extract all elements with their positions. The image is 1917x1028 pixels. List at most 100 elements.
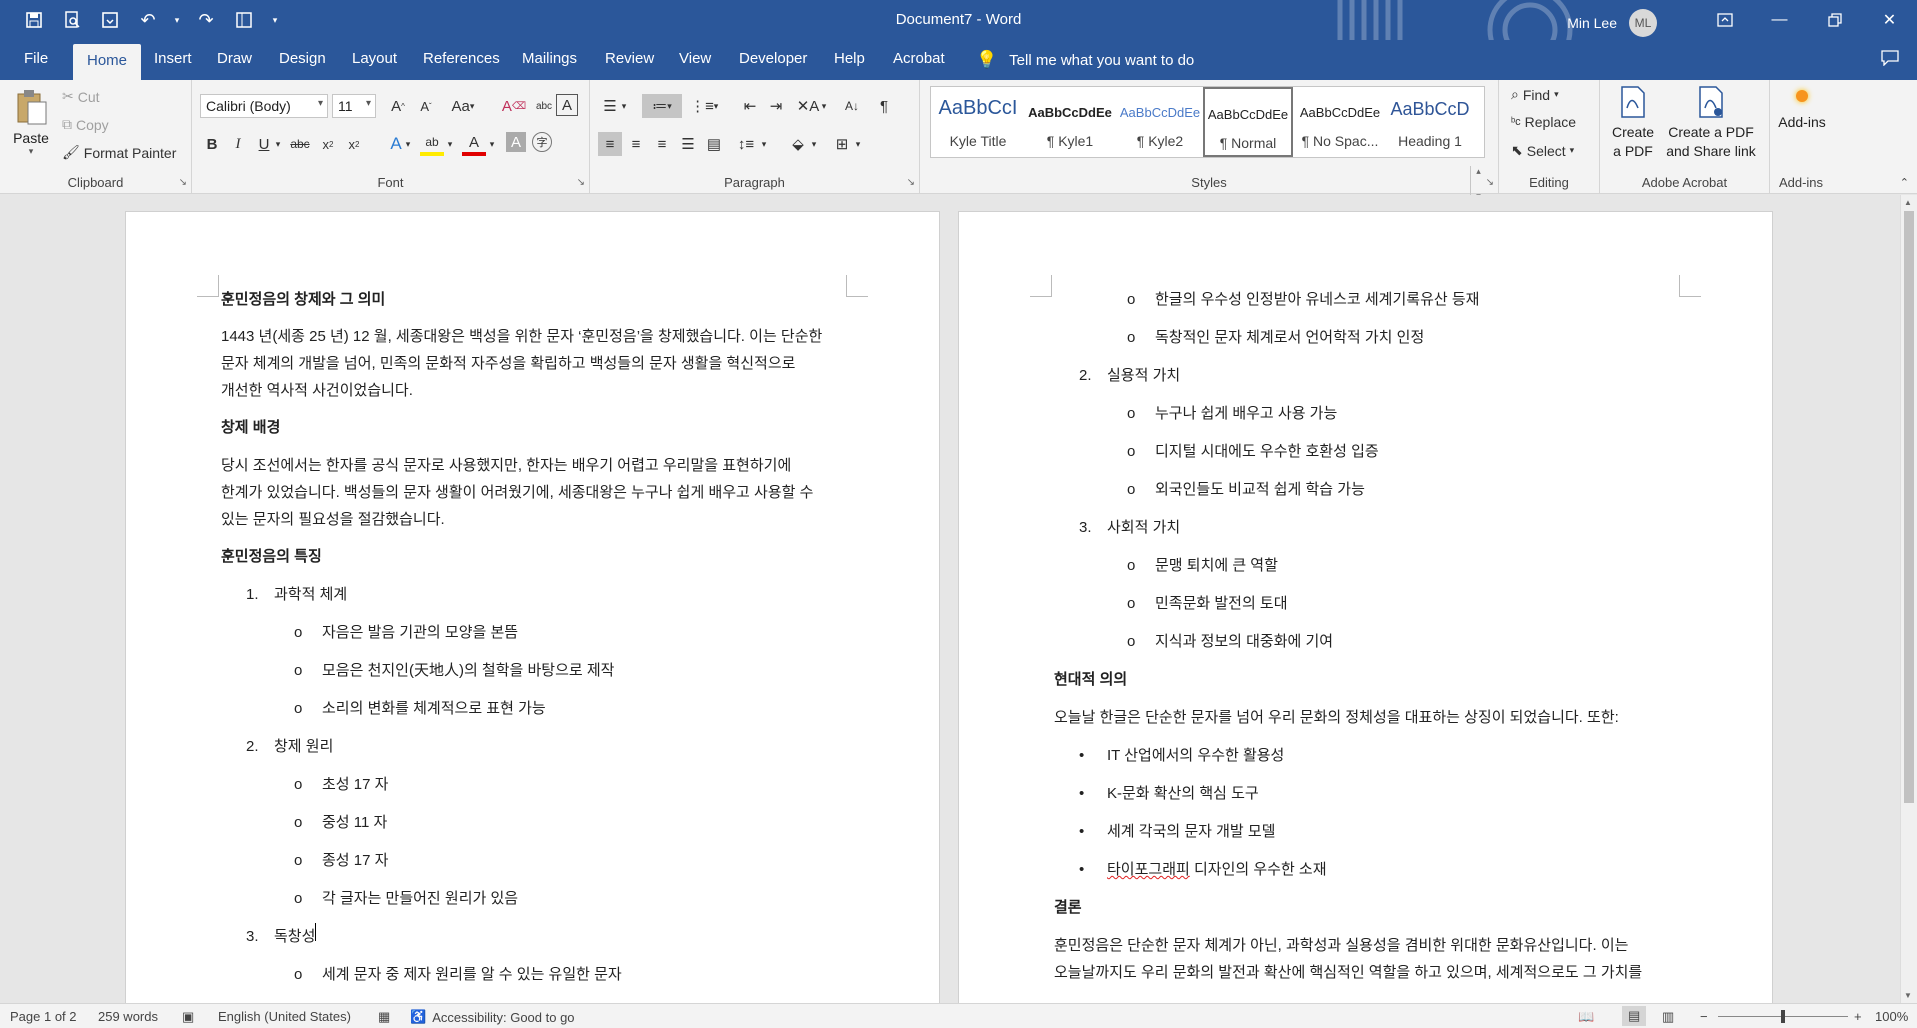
scroll-up-icon[interactable]: ▲	[1904, 198, 1912, 207]
page-2[interactable]: o 한글의 우수성 인정받아 유네스코 세계기록유산 등재 o 독창적인 문자 체계…	[958, 211, 1773, 1003]
font-size-combo[interactable]: 11 ▾	[332, 94, 376, 118]
tab-view[interactable]: View	[679, 50, 711, 67]
line-spacing-icon[interactable]: ↕≡	[734, 132, 758, 156]
asian-layout-icon[interactable]: ✕A	[796, 94, 820, 118]
show-formatting-marks-icon[interactable]: ¶	[872, 94, 896, 118]
clear-formatting-icon[interactable]: A ⌫	[502, 94, 526, 118]
tab-file[interactable]: File	[24, 50, 48, 67]
zoom-level[interactable]: 100%	[1875, 1009, 1908, 1024]
create-pdf-button[interactable]: Create a PDF	[1608, 86, 1658, 161]
chevron-down-icon[interactable]: ▾	[402, 132, 414, 156]
tab-insert[interactable]: Insert	[154, 50, 192, 67]
language[interactable]: English (United States)	[218, 1009, 351, 1024]
user-name[interactable]: Min Lee	[1567, 15, 1617, 31]
scroll-down-icon[interactable]: ▼	[1904, 991, 1912, 1000]
chevron-down-icon[interactable]: ▾	[852, 132, 864, 156]
read-mode-icon[interactable]: 📖	[1578, 1009, 1594, 1025]
select-button[interactable]: ⬉ Select ▾	[1511, 142, 1574, 159]
close-icon[interactable]: ✕	[1862, 0, 1917, 40]
character-shading-icon[interactable]: A	[506, 132, 526, 152]
change-case-button[interactable]: Aa ▾	[446, 94, 480, 118]
chevron-down-icon[interactable]: ▾	[808, 132, 820, 156]
comments-icon[interactable]	[1881, 50, 1899, 70]
vertical-scrollbar[interactable]: ▲ ▼	[1900, 195, 1917, 1003]
misspelled-word[interactable]: 타이포그래피	[1107, 856, 1190, 883]
add-ins-button[interactable]: Add-ins	[1774, 90, 1830, 130]
collapse-ribbon-icon[interactable]: ⌃	[1900, 176, 1909, 189]
scrollbar-thumb[interactable]	[1904, 211, 1914, 803]
superscript-icon[interactable]: x2	[342, 132, 366, 156]
dialog-launcher-icon[interactable]: ↘	[577, 177, 585, 188]
dialog-launcher-icon[interactable]: ↘	[179, 177, 187, 188]
tab-help[interactable]: Help	[834, 50, 865, 67]
grow-font-icon[interactable]: A ^	[386, 94, 410, 118]
tab-home[interactable]: Home	[73, 44, 142, 80]
font-color-icon[interactable]: A	[462, 132, 486, 156]
chevron-down-icon[interactable]: ▾	[486, 132, 498, 156]
macro-icon[interactable]: ▦	[378, 1009, 390, 1025]
tab-design[interactable]: Design	[279, 50, 326, 67]
tab-references[interactable]: References	[423, 50, 500, 67]
chevron-down-icon[interactable]: ▾	[818, 94, 830, 118]
highlight-color-icon[interactable]: ab	[420, 132, 444, 156]
subscript-icon[interactable]: x2	[316, 132, 340, 156]
tab-developer[interactable]: Developer	[739, 50, 807, 67]
create-share-label-2: and Share link	[1666, 143, 1756, 159]
zoom-in-icon[interactable]: +	[1854, 1009, 1862, 1024]
distributed-icon[interactable]: ▤	[702, 132, 726, 156]
align-center-icon[interactable]: ≡	[624, 132, 648, 156]
phonetic-guide-icon[interactable]: abc	[532, 94, 556, 118]
web-layout-icon[interactable]: ▥	[1662, 1009, 1674, 1025]
align-left-icon[interactable]: ≡	[598, 132, 622, 156]
character-border-icon[interactable]: A	[556, 94, 578, 116]
cut-button[interactable]: ✂ Cut	[62, 88, 100, 105]
tab-mailings[interactable]: Mailings	[522, 50, 577, 67]
zoom-slider-thumb[interactable]	[1781, 1010, 1785, 1023]
tab-review[interactable]: Review	[605, 50, 654, 67]
proofing-icon[interactable]: ▣	[182, 1009, 194, 1025]
minimize-icon[interactable]: —	[1752, 0, 1807, 40]
page-1[interactable]: 훈민정음의 창제와 그 의미 1443 년(세종 25 년) 12 월, 세종대…	[125, 211, 940, 1003]
italic-icon[interactable]: I	[226, 132, 250, 156]
justify-icon[interactable]: ☰	[676, 132, 700, 156]
document-area[interactable]: 훈민정음의 창제와 그 의미 1443 년(세종 25 년) 12 월, 세종대…	[0, 195, 1917, 1003]
chevron-down-icon[interactable]: ▾	[272, 132, 284, 156]
numbering-icon[interactable]: ≔ ▾	[642, 94, 682, 118]
tab-draw[interactable]: Draw	[217, 50, 252, 67]
tab-acrobat[interactable]: Acrobat	[893, 50, 945, 67]
dialog-launcher-icon[interactable]: ↘	[907, 177, 915, 188]
chevron-down-icon[interactable]: ▾	[444, 132, 456, 156]
align-right-icon[interactable]: ≡	[650, 132, 674, 156]
format-painter-button[interactable]: 🖌 Format Painter	[62, 144, 176, 161]
ribbon-display-options-icon[interactable]	[1697, 0, 1752, 40]
find-button[interactable]: ⌕ Find ▾	[1511, 86, 1559, 103]
dialog-launcher-icon[interactable]: ↘	[1486, 177, 1494, 188]
copy-button[interactable]: ⧉ Copy	[62, 116, 109, 133]
avatar[interactable]: ML	[1629, 9, 1657, 37]
create-share-pdf-button[interactable]: Create a PDF and Share link	[1660, 86, 1762, 161]
word-count[interactable]: 259 words	[98, 1009, 158, 1024]
list-marker: o	[294, 776, 303, 793]
tell-me-search[interactable]: 💡 Tell me what you want to do	[976, 50, 1194, 70]
chevron-down-icon[interactable]: ▾	[758, 132, 770, 156]
increase-indent-icon[interactable]: ⇥	[764, 94, 788, 118]
chevron-down-icon[interactable]: ▾	[618, 94, 630, 118]
paste-button[interactable]: Paste ▾	[8, 88, 54, 157]
zoom-out-icon[interactable]: −	[1700, 1009, 1708, 1024]
borders-icon[interactable]: ⊞	[830, 132, 854, 156]
restore-icon[interactable]	[1807, 0, 1862, 40]
sort-icon[interactable]: A↓	[840, 94, 864, 118]
bold-icon[interactable]: B	[200, 132, 224, 156]
print-layout-icon[interactable]: ▤	[1622, 1006, 1647, 1026]
tab-layout[interactable]: Layout	[352, 50, 397, 67]
enclose-characters-icon[interactable]: 字	[532, 132, 552, 152]
shrink-font-icon[interactable]: Aˇ	[414, 94, 438, 118]
strikethrough-icon[interactable]: abc	[288, 132, 312, 156]
decrease-indent-icon[interactable]: ⇤	[738, 94, 762, 118]
accessibility-status[interactable]: ♿ Accessibility: Good to go	[410, 1009, 575, 1025]
shading-icon[interactable]: ⬙	[786, 132, 810, 156]
replace-button[interactable]: ᵇc Replace	[1511, 114, 1576, 130]
font-name-combo[interactable]: Calibri (Body) ▾	[200, 94, 328, 118]
page-count[interactable]: Page 1 of 2	[10, 1009, 77, 1024]
chevron-down-icon[interactable]: ▾	[710, 94, 722, 118]
